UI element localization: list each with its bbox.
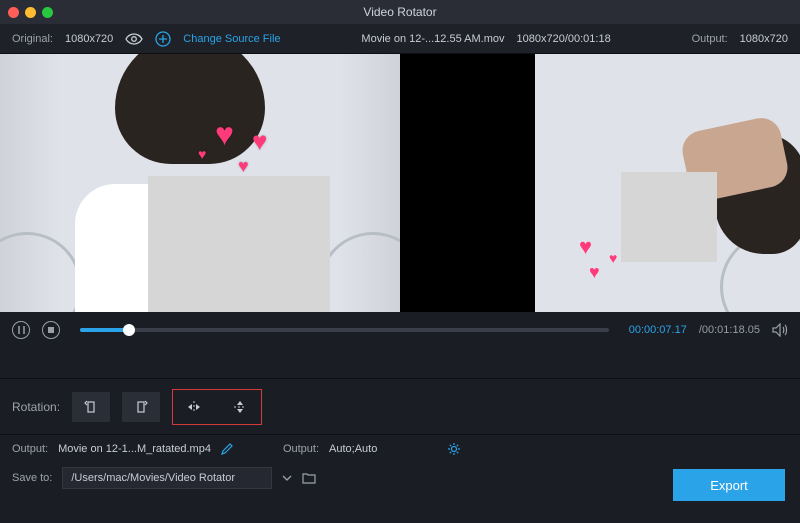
preview-area: ♥♥♥♥ ♥♥♥ [0,54,800,312]
export-button[interactable]: Export [673,469,785,501]
titlebar: Video Rotator [0,0,800,24]
rotate-left-button[interactable] [72,392,110,422]
change-source-button[interactable]: Change Source File [183,33,280,45]
output-settings-icon[interactable] [447,442,461,456]
app-title: Video Rotator [363,5,436,19]
output-format-value: Auto;Auto [329,443,377,455]
output-resolution: 1080x720 [740,33,788,45]
save-path-value: /Users/mac/Movies/Video Rotator [71,472,235,484]
output-label: Output: [692,33,728,45]
preview-original[interactable]: ♥♥♥♥ [0,54,400,312]
flip-vertical-button[interactable] [221,392,259,422]
browse-folder-icon[interactable] [302,472,316,484]
save-to-label: Save to: [12,472,52,484]
rotate-right-button[interactable] [122,392,160,422]
original-resolution: 1080x720 [65,33,113,45]
edit-filename-icon[interactable] [221,443,233,455]
time-current: 00:00:07.17 [629,324,687,336]
original-label: Original: [12,33,53,45]
stop-button[interactable] [42,321,60,339]
window-close-button[interactable] [8,7,19,18]
infobar: Original: 1080x720 Change Source File Mo… [0,24,800,54]
window-minimize-button[interactable] [25,7,36,18]
source-meta: 1080x720/00:01:18 [517,33,611,45]
window-maximize-button[interactable] [42,7,53,18]
output-format-label: Output: [283,443,319,455]
plus-icon[interactable] [155,31,171,47]
pause-button[interactable] [12,321,30,339]
output-file-label: Output: [12,443,48,455]
eye-icon[interactable] [125,33,143,45]
seek-track[interactable] [80,328,609,332]
preview-output[interactable]: ♥♥♥ [535,54,800,312]
save-path-field[interactable]: /Users/mac/Movies/Video Rotator [62,467,272,489]
flip-horizontal-button[interactable] [175,392,213,422]
output-filename: Movie on 12-1...M_ratated.mp4 [58,443,211,455]
volume-icon[interactable] [772,323,788,337]
playbar: 00:00:07.17 /00:01:18.05 [0,312,800,348]
time-duration: /00:01:18.05 [699,324,760,336]
rotation-row: Rotation: [0,378,800,434]
seek-thumb[interactable] [123,324,135,336]
source-filename: Movie on 12-...12.55 AM.mov [361,33,504,45]
rotation-label: Rotation: [12,400,60,414]
rotation-selected-group [172,389,262,425]
output-filename-row: Output: Movie on 12-1...M_ratated.mp4 Ou… [0,434,800,462]
chevron-down-icon[interactable] [282,475,292,481]
